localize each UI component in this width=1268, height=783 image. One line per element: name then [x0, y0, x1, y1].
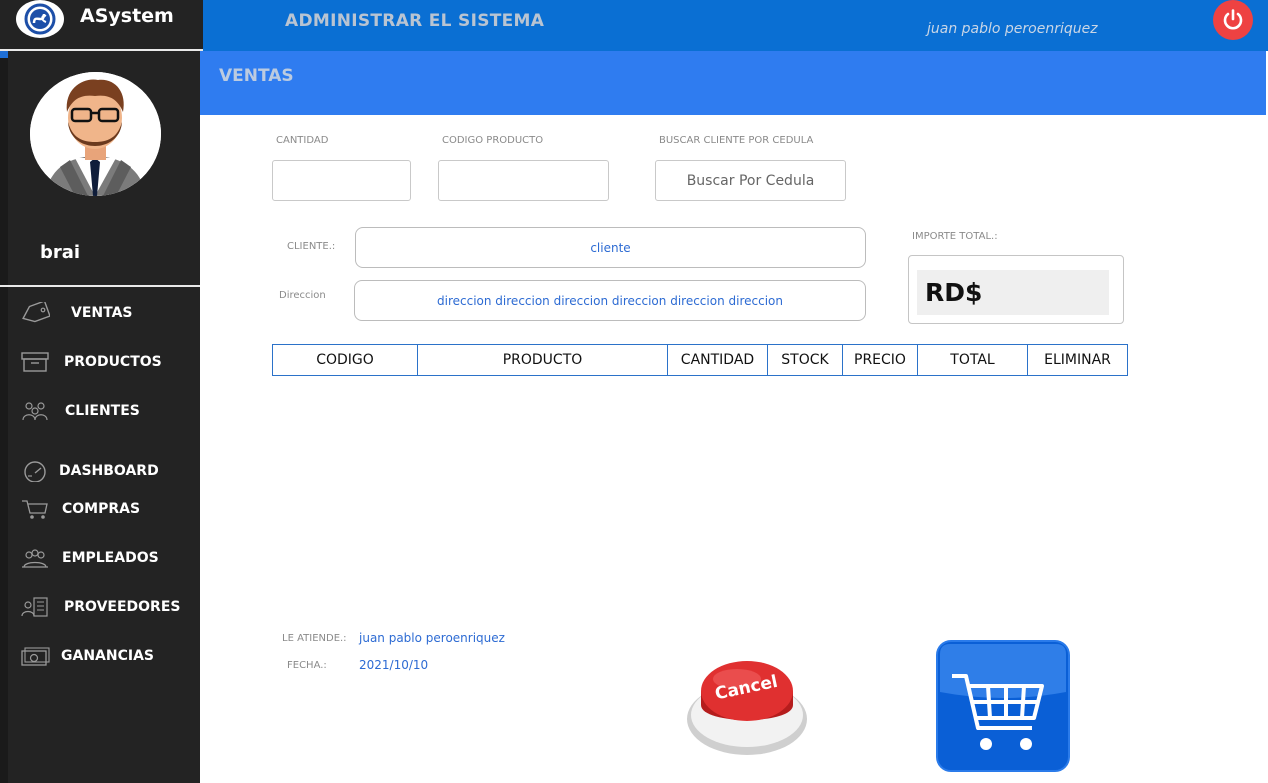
brand-logo-icon — [16, 0, 64, 38]
cart-icon — [20, 497, 50, 521]
cliente-field[interactable]: cliente — [355, 227, 866, 268]
sidebar-item-label: CLIENTES — [65, 403, 140, 419]
cancel-button[interactable]: Cancel — [683, 653, 808, 756]
column-header-stock[interactable]: STOCK — [768, 345, 843, 375]
sidebar: ASystem brai VENTAS PRODUCTOS CLIENTES D… — [0, 0, 203, 783]
cliente-label: CLIENTE.: — [287, 241, 336, 252]
column-header-eliminar[interactable]: ELIMINAR — [1028, 345, 1127, 375]
money-icon — [20, 644, 50, 668]
app-window: ASystem brai VENTAS PRODUCTOS CLIENTES D… — [0, 0, 1268, 783]
top-bar: ADMINISTRAR EL SISTEMA juan pablo peroen… — [203, 0, 1268, 51]
sidebar-item-label: PRODUCTOS — [64, 354, 162, 370]
importe-total-value: RD$ — [917, 270, 1109, 315]
column-header-producto[interactable]: PRODUCTO — [418, 345, 668, 375]
sidebar-separator — [0, 285, 200, 287]
employees-icon — [20, 546, 50, 570]
gauge-icon — [20, 459, 50, 483]
cantidad-input[interactable] — [272, 160, 411, 201]
sidebar-item-label: EMPLEADOS — [62, 550, 159, 566]
avatar — [30, 72, 161, 196]
sidebar-item-ganancias[interactable]: GANANCIAS — [0, 638, 200, 674]
column-header-codigo[interactable]: CODIGO — [273, 345, 418, 375]
power-icon — [1223, 9, 1243, 30]
section-bar: VENTAS — [200, 51, 1266, 115]
sidebar-item-label: COMPRAS — [62, 501, 141, 517]
buscar-cliente-label: BUSCAR CLIENTE POR CEDULA — [659, 135, 814, 146]
codigo-producto-input[interactable] — [438, 160, 609, 201]
direccion-label: Direccion — [279, 290, 326, 301]
atiende-label: LE ATIENDE.: — [282, 633, 347, 644]
fecha-value: 2021/10/10 — [359, 658, 429, 672]
brand-header: ASystem — [0, 0, 203, 51]
products-table-header: CODIGO PRODUCTO CANTIDAD STOCK PRECIO TO… — [272, 344, 1128, 376]
suppliers-icon — [20, 595, 50, 619]
importe-total-label: IMPORTE TOTAL.: — [912, 231, 998, 242]
sidebar-item-label: VENTAS — [71, 305, 133, 321]
app-title: ADMINISTRAR EL SISTEMA — [285, 11, 545, 31]
power-button[interactable] — [1213, 0, 1253, 40]
column-header-total[interactable]: TOTAL — [918, 345, 1028, 375]
sidebar-item-empleados[interactable]: EMPLEADOS — [0, 540, 200, 576]
sidebar-item-label: GANANCIAS — [61, 648, 154, 664]
logged-user: juan pablo peroenriquez — [927, 21, 1098, 37]
sidebar-item-ventas[interactable]: VENTAS — [0, 295, 200, 331]
atiende-value: juan pablo peroenriquez — [359, 631, 505, 645]
profile-name: brai — [40, 242, 81, 263]
sidebar-item-productos[interactable]: PRODUCTOS — [0, 344, 200, 380]
buscar-cedula-button[interactable]: Buscar Por Cedula — [655, 160, 846, 201]
box-icon — [20, 350, 50, 374]
column-header-precio[interactable]: PRECIO — [843, 345, 918, 375]
checkout-cart-button[interactable] — [936, 640, 1070, 772]
sidebar-item-proveedores[interactable]: PROVEEDORES — [0, 589, 200, 625]
cantidad-label: CANTIDAD — [276, 135, 329, 146]
brand-name: ASystem — [80, 5, 174, 27]
sidebar-item-label: PROVEEDORES — [64, 599, 181, 615]
column-header-cantidad[interactable]: CANTIDAD — [668, 345, 768, 375]
sidebar-item-clientes[interactable]: CLIENTES — [0, 393, 200, 429]
people-icon — [20, 399, 50, 423]
section-title: VENTAS — [219, 66, 294, 86]
sidebar-item-label: DASHBOARD — [59, 463, 159, 479]
fecha-label: FECHA.: — [287, 660, 327, 671]
direccion-field[interactable]: direccion direccion direccion direccion … — [354, 280, 866, 321]
sidebar-item-dashboard[interactable]: DASHBOARD — [0, 453, 200, 489]
codigo-producto-label: CODIGO PRODUCTO — [442, 135, 544, 146]
importe-total-box: RD$ — [908, 255, 1124, 324]
sidebar-item-compras[interactable]: COMPRAS — [0, 491, 200, 527]
tag-icon — [20, 301, 50, 325]
